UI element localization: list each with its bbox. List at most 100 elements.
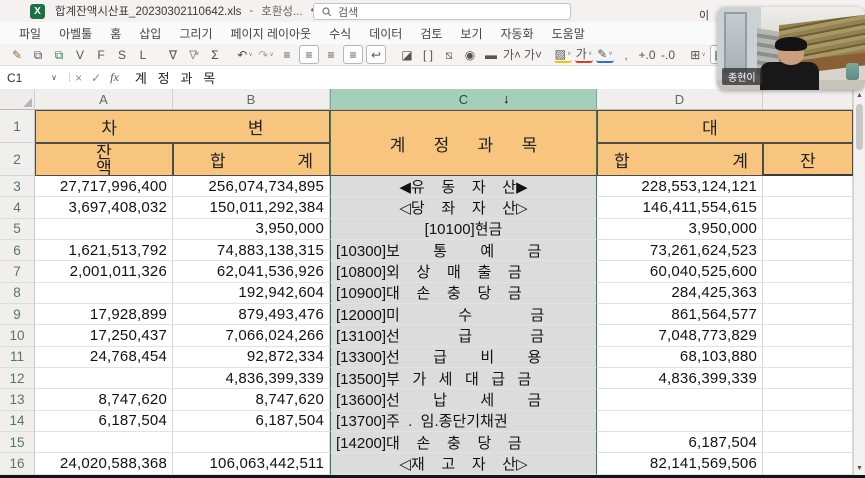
filter-icon[interactable]: ∇ (164, 46, 182, 63)
search-input[interactable]: 검색 (313, 3, 571, 20)
cell-A12[interactable] (35, 368, 173, 389)
row-header-8[interactable]: 8 (0, 283, 35, 304)
black-fill-icon[interactable]: ▬ (482, 46, 500, 63)
cell-D13[interactable] (597, 389, 763, 410)
select-all-corner[interactable] (0, 89, 35, 109)
comma-style-icon[interactable]: , (617, 46, 635, 63)
row-header-16[interactable]: 16 (0, 453, 35, 474)
cell-D8[interactable]: 284,425,363 (597, 283, 763, 304)
cell-E4[interactable] (763, 197, 853, 218)
cell-C5[interactable]: [10100]현금 (330, 219, 597, 240)
font-color-icon[interactable]: 가∨ (575, 47, 593, 63)
row-header-15[interactable]: 15 (0, 432, 35, 453)
row-header-12[interactable]: 12 (0, 368, 35, 389)
menu-tab-4[interactable]: 그리기 (170, 25, 221, 42)
cell-E3[interactable] (763, 176, 853, 197)
cell-B16[interactable]: 106,063,442,511 (173, 453, 330, 474)
formula-content[interactable]: 계 정 과 목 (125, 68, 215, 87)
align-center-icon[interactable]: ≡ (299, 45, 319, 64)
row-header-5[interactable]: 5 (0, 219, 35, 240)
cell-C14[interactable]: [13700]주 . 임.종단기채권 (330, 411, 597, 432)
cell-A14[interactable]: 6,187,504 (35, 411, 173, 432)
cell-E15[interactable] (763, 432, 853, 453)
cell-B13[interactable]: 8,747,620 (173, 389, 330, 410)
cell-A13[interactable]: 8,747,620 (35, 389, 173, 410)
cell-B10[interactable]: 7,066,024,266 (173, 325, 330, 346)
row-header-2[interactable]: 2 (0, 143, 35, 176)
row-header-1[interactable]: 1 (0, 110, 35, 143)
column-header-E[interactable] (763, 89, 853, 109)
cell-D6[interactable]: 73,261,624,523 (597, 240, 763, 261)
row-header-7[interactable]: 7 (0, 261, 35, 282)
cell-E9[interactable] (763, 304, 853, 325)
format-painter-icon[interactable]: ✎ (8, 46, 26, 63)
menu-tab-1[interactable]: 아벨툴 (50, 25, 101, 42)
copy-cells-icon[interactable]: ⧉ (29, 46, 47, 63)
highlight-color-icon[interactable]: ✎∨ (596, 47, 614, 63)
menu-tab-file[interactable]: 파일 (10, 25, 50, 42)
cell-B3[interactable]: 256,074,734,895 (173, 176, 330, 197)
paste-cells-icon[interactable]: ⧉ (50, 46, 68, 63)
clear-filter-icon[interactable]: ∇× (185, 46, 203, 63)
cell-D15[interactable]: 6,187,504 (597, 432, 763, 453)
row-header-11[interactable]: 11 (0, 347, 35, 368)
column-header-B[interactable]: B (173, 89, 330, 109)
cell-D10[interactable]: 7,048,773,829 (597, 325, 763, 346)
cell-C10[interactable]: [13100]선 급 금 (330, 325, 597, 346)
cell-E5[interactable] (763, 219, 853, 240)
scroll-up-icon[interactable]: ▲ (854, 89, 865, 102)
webcam-video[interactable]: 종현이 (717, 7, 865, 90)
macro-v-button[interactable]: V (71, 46, 89, 63)
menu-tab-8[interactable]: 검토 (411, 25, 451, 42)
cell-C1-account-title[interactable]: 계 정 과 목 (330, 110, 597, 176)
autosum-icon[interactable]: Σ (206, 46, 224, 63)
cell-E11[interactable] (763, 347, 853, 368)
circled-style-icon[interactable]: ◉ (461, 46, 479, 63)
cell-D12[interactable]: 4,836,399,339 (597, 368, 763, 389)
row-header-6[interactable]: 6 (0, 240, 35, 261)
diagonal-cell-icon[interactable]: ⧅ (440, 46, 458, 63)
row-header-3[interactable]: 3 (0, 176, 35, 197)
cell-A5[interactable] (35, 219, 173, 240)
menu-tab-6[interactable]: 수식 (320, 25, 360, 42)
align-left-icon[interactable]: ≡ (278, 46, 296, 63)
cell-A11[interactable]: 24,768,454 (35, 347, 173, 368)
cell-E12[interactable] (763, 368, 853, 389)
cell-A15[interactable] (35, 432, 173, 453)
cell-D7[interactable]: 60,040,525,600 (597, 261, 763, 282)
column-header-D[interactable]: D (597, 89, 763, 109)
cell-C6[interactable]: [10300]보 통 예 금 (330, 240, 597, 261)
row-header-14[interactable]: 14 (0, 411, 35, 432)
cell-B5[interactable]: 3,950,000 (173, 219, 330, 240)
excel-app-icon[interactable]: X (30, 4, 45, 19)
menu-tab-9[interactable]: 보기 (451, 25, 491, 42)
justify-icon[interactable]: ≡ (343, 45, 363, 64)
cell-B8[interactable]: 192,942,604 (173, 283, 330, 304)
menu-tab-7[interactable]: 데이터 (360, 25, 411, 42)
cell-E14[interactable] (763, 411, 853, 432)
menu-tab-5[interactable]: 페이지 레이아웃 (221, 25, 320, 42)
cell-A7[interactable]: 2,001,011,326 (35, 261, 173, 282)
cell-E6[interactable] (763, 240, 853, 261)
cell-A16[interactable]: 24,020,588,368 (35, 453, 173, 474)
menu-tab-11[interactable]: 도움말 (543, 25, 594, 42)
cell-A9[interactable]: 17,928,899 (35, 304, 173, 325)
cell-E8[interactable] (763, 283, 853, 304)
increase-decimal-icon[interactable]: +.0 (638, 46, 656, 63)
row-header-4[interactable]: 4 (0, 197, 35, 218)
column-header-A[interactable]: A (35, 89, 173, 109)
cell-B7[interactable]: 62,041,536,926 (173, 261, 330, 282)
cell-D14[interactable] (597, 411, 763, 432)
borders-icon[interactable]: ⊞∨ (689, 46, 707, 63)
cell-C9[interactable]: [12000]미 수 금 (330, 304, 597, 325)
cell-D5[interactable]: 3,950,000 (597, 219, 763, 240)
cell-A3[interactable]: 27,717,996,400 (35, 176, 173, 197)
cell-C11[interactable]: [13300]선 급 비 용 (330, 347, 597, 368)
font-size-up-icon[interactable]: 가˄ (503, 46, 521, 63)
cell-A1-debit-title[interactable]: 차 변 (35, 110, 330, 143)
decrease-decimal-icon[interactable]: -.0 (659, 46, 677, 63)
cell-D16[interactable]: 82,141,569,506 (597, 453, 763, 474)
column-header-C[interactable]: C (330, 89, 597, 109)
cell-B2-total-label[interactable]: 합 계 (173, 143, 330, 176)
font-size-down-icon[interactable]: 가˅ (524, 46, 542, 63)
